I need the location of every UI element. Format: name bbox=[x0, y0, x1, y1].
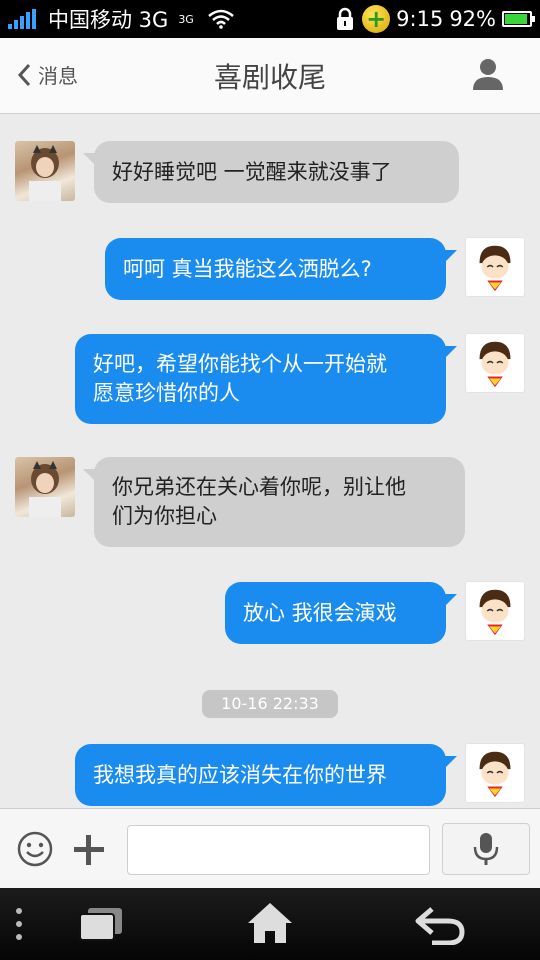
lock-icon bbox=[337, 7, 354, 30]
superman-avatar-icon bbox=[479, 751, 511, 798]
conversation-header: 消息 喜剧收尾 bbox=[0, 38, 540, 114]
battery-icon bbox=[502, 11, 535, 27]
message-text-line: 你兄弟还在关心着你呢，别让他 bbox=[112, 475, 406, 499]
superman-avatar-icon bbox=[479, 245, 511, 292]
message-bubble-incoming[interactable]: 好好睡觉吧 一觉醒来就没事了 bbox=[83, 141, 459, 203]
status-bar: 中国移动 3G 3G + 9:15 92% bbox=[0, 0, 540, 38]
contact-avatar[interactable] bbox=[15, 141, 75, 201]
message-bubble-outgoing[interactable]: 好吧，希望你能找个从一开始就 愿意珍惜你的人 bbox=[75, 334, 457, 424]
plus-icon[interactable] bbox=[72, 833, 106, 867]
message-text-input[interactable] bbox=[127, 825, 430, 875]
message-text-line: 好吧，希望你能找个从一开始就 bbox=[93, 352, 387, 376]
message-text-line: 呵呵 真当我能这么洒脱么? bbox=[123, 256, 372, 281]
signal-strength-icon bbox=[8, 9, 36, 29]
my-avatar[interactable] bbox=[465, 333, 525, 393]
battery-percent-label: 92% bbox=[449, 7, 496, 31]
contact-photo bbox=[29, 145, 61, 201]
battery-fill bbox=[505, 14, 527, 24]
chat-area[interactable]: 好好睡觉吧 一觉醒来就没事了 呵呵 真当我能这么洒脱么? 好吧，希望你能找个从一… bbox=[0, 115, 540, 808]
person-icon[interactable] bbox=[470, 56, 506, 92]
system-nav-bar bbox=[0, 888, 540, 960]
menu-icon[interactable] bbox=[14, 906, 24, 942]
wifi-icon bbox=[208, 9, 234, 29]
back-icon[interactable] bbox=[414, 903, 466, 945]
security-app-icon: + bbox=[362, 5, 391, 33]
voice-input-button[interactable] bbox=[442, 823, 530, 875]
message-bubble-incoming[interactable]: 你兄弟还在关心着你呢，别让他 们为你担心 bbox=[83, 457, 465, 547]
status-right: + 9:15 92% bbox=[334, 5, 535, 33]
message-bubble-outgoing[interactable]: 放心 我很会演戏 bbox=[225, 582, 457, 644]
message-text-line: 好好睡觉吧 一觉醒来就没事了 bbox=[112, 159, 392, 184]
message-input-bar bbox=[0, 808, 540, 888]
contact-photo bbox=[29, 461, 61, 517]
status-left: 中国移动 3G 3G bbox=[8, 4, 234, 34]
message-bubble-outgoing[interactable]: 我想我真的应该消失在你的世界 bbox=[75, 744, 457, 806]
smiley-icon[interactable] bbox=[16, 830, 54, 868]
message-timestamp: 10-16 22:33 bbox=[202, 690, 338, 718]
clock-label: 9:15 bbox=[396, 7, 444, 31]
network-type-label: 3G bbox=[178, 12, 194, 26]
my-avatar[interactable] bbox=[465, 237, 525, 297]
message-text-line: 愿意珍惜你的人 bbox=[93, 381, 240, 405]
message-bubble-outgoing[interactable]: 呵呵 真当我能这么洒脱么? bbox=[105, 238, 457, 300]
superman-avatar-icon bbox=[479, 341, 511, 388]
contact-avatar[interactable] bbox=[15, 457, 75, 517]
recent-apps-icon[interactable] bbox=[76, 906, 124, 942]
page-title: 喜剧收尾 bbox=[213, 61, 326, 94]
my-avatar[interactable] bbox=[465, 743, 525, 803]
my-avatar[interactable] bbox=[465, 581, 525, 641]
home-icon[interactable] bbox=[246, 901, 294, 945]
message-text-line: 我想我真的应该消失在你的世界 bbox=[93, 762, 387, 787]
microphone-icon bbox=[473, 833, 499, 865]
message-text-line: 放心 我很会演戏 bbox=[243, 600, 397, 625]
superman-avatar-icon bbox=[479, 589, 511, 636]
message-text-line: 们为你担心 bbox=[112, 504, 217, 528]
carrier-label: 中国移动 3G bbox=[48, 8, 169, 32]
